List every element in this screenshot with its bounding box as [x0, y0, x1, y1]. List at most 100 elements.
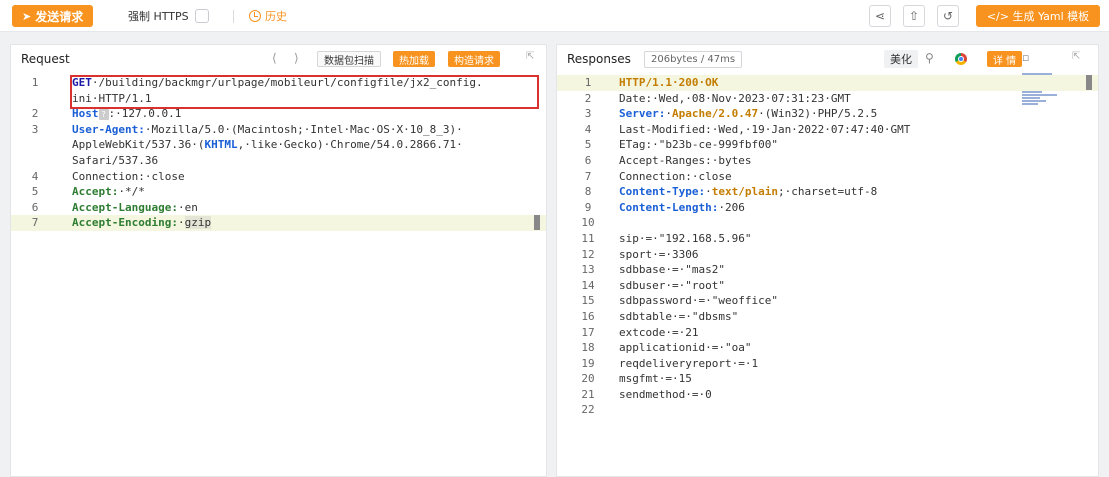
- line-content: AppleWebKit/537.36·(KHTML,·like·Gecko)·C…: [72, 137, 463, 153]
- expand-icon[interactable]: ⇱: [526, 51, 534, 62]
- forward-arrow-icon[interactable]: ⟩: [294, 51, 299, 65]
- line-content: sdbtable·=·"dbsms": [619, 309, 738, 325]
- history-button[interactable]: 历史: [249, 8, 287, 24]
- code-line: AppleWebKit/537.36·(KHTML,·like·Gecko)·C…: [11, 137, 546, 153]
- code-line: 5 Accept:·*/*: [11, 184, 546, 200]
- send-request-label: 发送请求: [35, 9, 84, 24]
- force-https-toggle[interactable]: 强制 HTTPS: [128, 8, 209, 24]
- code-token: Connection:·close: [619, 169, 732, 183]
- share-icon[interactable]: ⋖: [869, 5, 891, 27]
- line-content: HTTP/1.1·200·OK: [619, 75, 718, 91]
- code-line: 16 sdbtable·=·"dbsms": [557, 309, 1098, 325]
- code-token: ·: [705, 185, 712, 199]
- code-token: applicationid·=·"oa": [619, 341, 752, 355]
- top-toolbar: ➤ 发送请求 强制 HTTPS 历史 ⋖ ⇧ ↺ </> 生成 Yaml 模板: [0, 0, 1109, 32]
- send-icon: ➤: [22, 9, 32, 23]
- line-number: 15: [581, 294, 595, 308]
- line-content: Content-Type:·text/plain;·charset=utf-8: [619, 184, 877, 200]
- code-line: 5 ETag:·"b23b-ce-999fbf00": [557, 137, 1098, 153]
- force-https-checkbox[interactable]: [194, 9, 209, 23]
- code-token: ·*/*: [118, 185, 145, 199]
- line-number: 4: [584, 122, 592, 136]
- line-number: 1: [584, 76, 592, 89]
- request-editor[interactable]: 1 GET·/building/backmgr/urlpage/mobileurl…: [11, 75, 546, 476]
- line-content: Accept-Encoding:·gzip: [72, 215, 212, 231]
- line-number: 12: [581, 247, 595, 261]
- code-token: GET: [72, 76, 92, 89]
- code-line: Safari/537.36: [11, 153, 546, 169]
- scrollbar-thumb[interactable]: [1086, 75, 1092, 90]
- code-token: ·/building/backmgr/urlpage/mobileurl/con…: [91, 76, 483, 89]
- line-number: 5: [31, 185, 39, 199]
- line-number: 10: [581, 216, 595, 230]
- back-arrow-icon[interactable]: ⟨: [272, 51, 277, 65]
- code-line: 17 extcode·=·21: [557, 325, 1098, 341]
- line-content: ini·HTTP/1.1: [72, 91, 151, 107]
- response-panel: Responses 206bytes / 47ms 美化 ⚲ 详 情 ▫ ⇱ 1…: [556, 44, 1099, 477]
- code-token: ·Mozilla/5.0·(Macintosh;·Intel·Mac·OS·X·…: [144, 122, 463, 136]
- code-token: Connection:·close: [72, 169, 185, 183]
- code-token: text/plain: [711, 185, 778, 199]
- code-token: ;·charset=utf-8: [777, 185, 878, 199]
- line-number: 19: [581, 356, 595, 370]
- code-line: 4 Connection:·close: [11, 169, 546, 185]
- search-icon[interactable]: ⚲: [925, 51, 934, 65]
- code-line: 2 Date:·Wed,·08·Nov·2023·07:31:23·GMT: [557, 91, 1098, 107]
- chrome-icon[interactable]: [955, 53, 967, 65]
- expand-icon[interactable]: ⇱: [1072, 51, 1080, 62]
- send-request-button[interactable]: ➤ 发送请求: [12, 5, 94, 27]
- line-content: Date:·Wed,·08·Nov·2023·07:31:23·GMT: [619, 91, 851, 107]
- line-number: 17: [581, 325, 595, 339]
- response-editor[interactable]: 1 HTTP/1.1·200·OK 2 Date:·Wed,·08·Nov·2023·…: [557, 75, 1098, 476]
- code-token: :·127.0.0.1: [108, 107, 182, 121]
- code-token: extcode·=·21: [619, 325, 699, 339]
- request-panel: Request ⟨ ⟩ 数据包扫描 热加载 构造请求 ⇱ 1 GET·/build…: [10, 44, 547, 477]
- export-icon[interactable]: ⇧: [903, 5, 925, 27]
- code-line: 15 sdbpassword·=·"weoffice": [557, 293, 1098, 309]
- code-line: 7 Accept-Encoding:·gzip: [11, 215, 546, 231]
- response-title: Responses: [567, 52, 631, 66]
- line-content: Accept-Ranges:·bytes: [619, 153, 751, 169]
- line-content: ETag:·"b23b-ce-999fbf00": [619, 137, 778, 153]
- import-icon[interactable]: ↺: [937, 5, 959, 27]
- detail-button[interactable]: 详 情: [987, 51, 1023, 67]
- code-token: ,·like·Gecko)·Chrome/54.0.2866.71·: [237, 138, 463, 152]
- line-content: Content-Length:·206: [619, 200, 745, 216]
- construct-request-button[interactable]: 构造请求: [448, 51, 500, 67]
- line-content: msgfmt·=·15: [619, 371, 692, 387]
- code-line: 7 Connection:·close: [557, 169, 1098, 185]
- code-token: Accept-Ranges:·bytes: [619, 153, 752, 167]
- line-content: User-Agent:·Mozilla/5.0·(Macintosh;·Inte…: [72, 122, 463, 138]
- code-token: sip·=·"192.168.5.96": [619, 231, 752, 245]
- line-number: 2: [584, 91, 592, 105]
- code-token: Server:: [619, 107, 666, 121]
- scrollbar-thumb[interactable]: [534, 215, 540, 231]
- code-token: Host: [72, 107, 99, 121]
- line-number: 14: [581, 278, 595, 292]
- code-line: 11 sip·=·"192.168.5.96": [557, 231, 1098, 247]
- line-number: 16: [581, 309, 595, 323]
- code-token: AppleWebKit/537.36·(: [72, 138, 205, 152]
- code-token: Date:·Wed,·08·Nov·2023·07:31:23·GMT: [619, 91, 851, 105]
- code-token: Last-Modified:·Wed,·19·Jan·2022·07:47:40…: [619, 122, 911, 136]
- hot-reload-button[interactable]: 热加载: [393, 51, 435, 67]
- line-content: sendmethod·=·0: [619, 387, 712, 403]
- code-line: 1 HTTP/1.1·200·OK: [557, 75, 1098, 91]
- code-token: gzip: [184, 216, 212, 230]
- toolbar-divider: [233, 10, 234, 23]
- generate-yaml-button[interactable]: </> 生成 Yaml 模板: [976, 5, 1100, 27]
- line-content: Connection:·close: [619, 169, 732, 185]
- line-number: 2: [31, 107, 39, 121]
- code-token: ·en: [177, 200, 198, 214]
- code-token: Accept:: [72, 185, 119, 199]
- code-token: ·206: [718, 200, 745, 214]
- packet-scan-button[interactable]: 数据包扫描: [317, 51, 381, 67]
- line-number: 1: [31, 76, 39, 89]
- beautify-button[interactable]: 美化: [884, 50, 918, 68]
- comment-icon[interactable]: ▫: [1022, 51, 1029, 64]
- code-token: ·: [665, 107, 672, 121]
- code-line: 6 Accept-Ranges:·bytes: [557, 153, 1098, 169]
- line-content: Host?:·127.0.0.1: [72, 106, 181, 122]
- line-content: sdbbase·=·"mas2": [619, 262, 725, 278]
- code-token: ·(Win32)·PHP/5.2.5: [758, 107, 878, 121]
